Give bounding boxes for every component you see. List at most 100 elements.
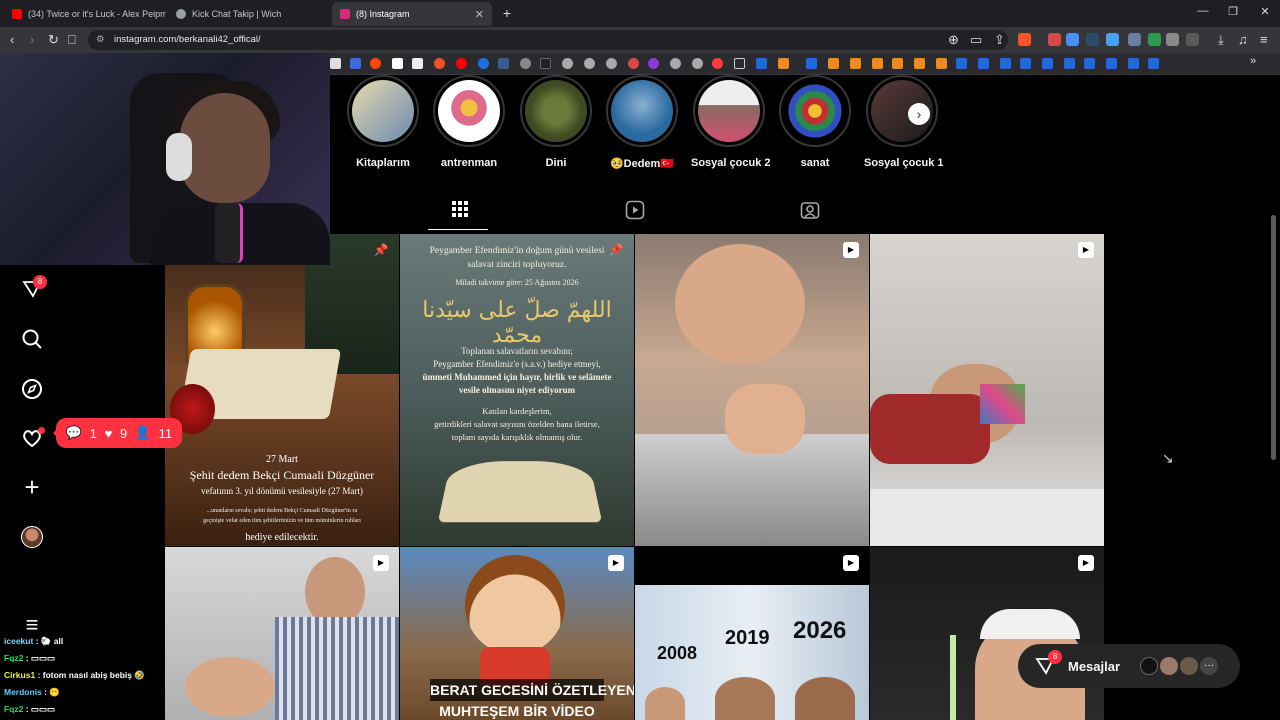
bookmark-youtube-icon[interactable] bbox=[456, 58, 467, 69]
tab-youtube[interactable]: (34) Twice or it's Luck - Alex Peipman bbox=[4, 2, 166, 26]
post-body-text: Toplanan salavatların sevabını; bbox=[461, 346, 573, 356]
bookmark-icon[interactable] bbox=[1020, 58, 1031, 69]
bookmark-icon[interactable] bbox=[1106, 58, 1117, 69]
post-grid-item[interactable]: ▶ bbox=[635, 234, 869, 546]
post-grid-item[interactable]: ▶ bbox=[870, 547, 1104, 720]
back-icon[interactable]: ‹ bbox=[10, 32, 14, 47]
extension-icon[interactable] bbox=[1148, 33, 1161, 46]
bookmark-icon[interactable] bbox=[1064, 58, 1075, 69]
bookmark-icon[interactable] bbox=[434, 58, 445, 69]
chat-message: iceekut : 🐑 all bbox=[4, 636, 64, 646]
sidebar-toggle-icon[interactable] bbox=[1186, 33, 1199, 46]
close-tab-icon[interactable]: ✕ bbox=[475, 8, 484, 21]
bookmark-icon[interactable] bbox=[892, 58, 903, 69]
more-bookmarks-icon[interactable]: » bbox=[1250, 55, 1256, 67]
bookmark-icon[interactable] bbox=[350, 58, 361, 69]
bookmark-icon[interactable] bbox=[872, 58, 883, 69]
extensions-icon[interactable] bbox=[1166, 33, 1179, 46]
folder-icon[interactable] bbox=[734, 58, 745, 69]
post-grid-item[interactable]: BERAT GECESİNİ ÖZETLEYEN MUHTEŞEM BİR Vİ… bbox=[400, 547, 634, 720]
bookmark-icon[interactable] bbox=[1148, 58, 1159, 69]
bookmark-x-icon[interactable] bbox=[330, 58, 341, 69]
bookmark-icon[interactable] bbox=[850, 58, 861, 69]
bookmark-icon[interactable] bbox=[1128, 58, 1139, 69]
bookmark-amazon-icon[interactable] bbox=[412, 58, 423, 69]
post-grid-item[interactable]: 2008 2019 2026 ▶ bbox=[635, 547, 869, 720]
bookmark-icon[interactable] bbox=[1084, 58, 1095, 69]
bookmark-icon[interactable] bbox=[712, 58, 723, 69]
close-window-icon[interactable]: ✕ bbox=[1250, 5, 1280, 18]
highlight-sosyal-cocuk-1[interactable]: Sosyal çocuk 1 bbox=[864, 75, 944, 169]
chat-message: Fqz2 : ▭▭▭ bbox=[4, 704, 56, 714]
page-scrollbar[interactable] bbox=[1271, 215, 1276, 460]
posts-grid-tab[interactable] bbox=[449, 200, 471, 222]
bookmark-icon[interactable] bbox=[584, 58, 595, 69]
cast-icon[interactable]: ▭ bbox=[970, 32, 982, 48]
reload-icon[interactable]: ↻ bbox=[48, 32, 59, 48]
bookmark-reddit-icon[interactable] bbox=[370, 58, 381, 69]
bookmark-icon[interactable] bbox=[978, 58, 989, 69]
tagged-tab[interactable] bbox=[799, 200, 821, 222]
share-icon[interactable]: ⇪ bbox=[994, 32, 1005, 48]
bookmark-icon[interactable] bbox=[936, 58, 947, 69]
notification-popup[interactable]: 💬 1 ♥ 9 👤 11 bbox=[53, 418, 182, 448]
profile-avatar[interactable] bbox=[20, 525, 44, 549]
restore-icon[interactable]: ❐ bbox=[1218, 5, 1248, 18]
bookmark-icon[interactable] bbox=[520, 58, 531, 69]
bookmark-icon[interactable] bbox=[540, 58, 551, 69]
new-tab-button[interactable]: + bbox=[492, 5, 522, 21]
highlights-next-button[interactable]: › bbox=[908, 103, 930, 125]
video-caption: BERAT GECESİNİ ÖZETLEYEN bbox=[430, 679, 634, 701]
webcam-overlay bbox=[0, 53, 330, 265]
bookmark-icon[interactable] bbox=[498, 58, 509, 69]
tab-instagram[interactable]: (8) Instagram ✕ bbox=[332, 2, 492, 26]
bookmark-icon[interactable] bbox=[670, 58, 681, 69]
highlight-sosyal-cocuk-2[interactable]: Sosyal çocuk 2 bbox=[691, 75, 771, 169]
minimize-icon[interactable]: — bbox=[1188, 5, 1218, 17]
highlight-dini[interactable]: Dini bbox=[518, 75, 594, 169]
post-grid-item[interactable]: ▶ bbox=[870, 234, 1104, 546]
messages-button[interactable]: 8 Mesajlar ··· bbox=[1018, 644, 1240, 688]
bookmark-icon[interactable] bbox=[648, 58, 659, 69]
media-icon[interactable]: ♫ bbox=[1238, 32, 1248, 47]
bookmark-icon[interactable] bbox=[606, 58, 617, 69]
post-grid-item[interactable]: 27 Mart Şehit dedem Bekçi Cumaali Düzgün… bbox=[165, 234, 399, 546]
download-icon[interactable]: ⤓ bbox=[1218, 32, 1224, 48]
explore-icon[interactable] bbox=[20, 377, 44, 401]
reels-tab[interactable] bbox=[624, 200, 646, 222]
menu-icon[interactable]: ≡ bbox=[1260, 32, 1268, 47]
extension-icon[interactable] bbox=[1086, 33, 1099, 46]
post-grid-item[interactable]: ▶ bbox=[165, 547, 399, 720]
highlight-antrenman[interactable]: antrenman bbox=[431, 75, 507, 169]
highlight-kitaplarim[interactable]: Kitaplarım bbox=[345, 75, 421, 169]
bookmark-icon[interactable] bbox=[392, 58, 403, 69]
bookmark-icon[interactable] bbox=[756, 58, 767, 69]
bookmark-icon[interactable] bbox=[778, 58, 789, 69]
bookmark-icon[interactable] bbox=[628, 58, 639, 69]
bookmark-icon[interactable] bbox=[828, 58, 839, 69]
extension-icon[interactable] bbox=[1106, 33, 1119, 46]
extension-icon[interactable] bbox=[1066, 33, 1079, 46]
bookmark-icon[interactable] bbox=[956, 58, 967, 69]
bookmark-icon[interactable] bbox=[1000, 58, 1011, 69]
tab-kick-chat[interactable]: Kick Chat Takip | Wich bbox=[168, 2, 328, 26]
url-field[interactable]: ⚙ instagram.com/berkanali42_offical/ bbox=[88, 30, 1008, 50]
bookmark-icon[interactable] bbox=[692, 58, 703, 69]
highlight-dedem[interactable]: 🥺Dedem🇹🇷 bbox=[604, 75, 680, 170]
extension-icon[interactable] bbox=[1128, 33, 1141, 46]
forward-icon[interactable]: › bbox=[30, 32, 34, 47]
extension-icon[interactable] bbox=[1048, 33, 1061, 46]
bookmark-icon[interactable] bbox=[562, 58, 573, 69]
search-icon[interactable] bbox=[20, 327, 44, 351]
zoom-icon[interactable]: ⊕ bbox=[948, 32, 959, 48]
brave-shield-icon[interactable] bbox=[1018, 33, 1031, 46]
bookmark-icon[interactable] bbox=[478, 58, 489, 69]
site-info-icon[interactable]: ⚙ bbox=[96, 30, 105, 50]
create-icon[interactable]: + bbox=[20, 472, 44, 502]
bookmark-icon[interactable] bbox=[914, 58, 925, 69]
bookmark-icon[interactable]: ⎕ bbox=[68, 32, 76, 48]
post-grid-item[interactable]: Peygamber Efendimiz'in doğum günü vesile… bbox=[400, 234, 634, 546]
bookmark-icon[interactable] bbox=[806, 58, 817, 69]
highlight-sanat[interactable]: sanat bbox=[777, 75, 853, 169]
bookmark-icon[interactable] bbox=[1042, 58, 1053, 69]
